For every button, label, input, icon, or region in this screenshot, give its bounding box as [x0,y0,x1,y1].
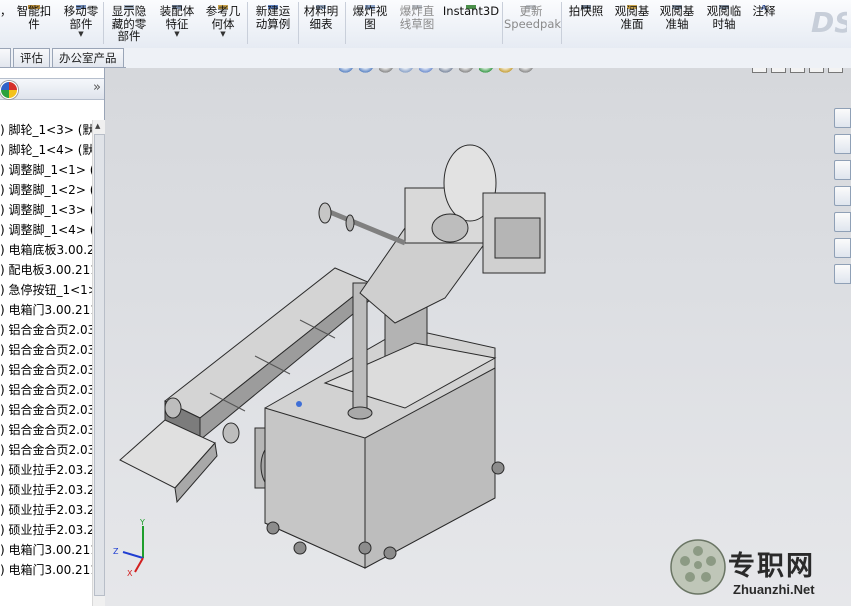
triad-x-label: X [127,569,133,578]
panel-tab-bar: » [0,78,104,100]
triad-y-label: Y [139,518,145,527]
tree-item[interactable]: ) 调整脚_1<3> ( [0,200,92,220]
ribbon-button-label: 材料明 细表 [303,4,339,31]
tree-item[interactable]: ) 调整脚_1<2> ( [0,180,92,200]
move-component-button[interactable]: 移动零 部件 ▼ [60,0,102,48]
tree-item[interactable]: ) 脚轮_1<3> (默 [0,120,92,140]
ribbon-button-label: 新建运 动算例 [255,4,291,31]
ribbon-button-label: 观阅基 准轴 [659,4,695,31]
ribbon-button-label: 移动零 部件 [63,4,99,31]
tree-item[interactable]: ) 铝合金合页2.03 [0,440,92,460]
chevron-down-icon[interactable]: ▼ [60,30,102,38]
ribbon-button-label: 注释 [752,4,776,18]
ribbon-button-label: 智能扣 件 [16,4,52,31]
bill-of-materials-button[interactable]: 材料明 细表 [300,0,342,48]
view-ref-axes-button[interactable]: 观阅基 准轴 [655,0,699,48]
reference-triad: Y Z X [113,518,145,578]
tree-item[interactable]: ) 铝合金合页2.03. [0,320,92,340]
tree-item[interactable]: ) 脚轮_1<4> (默 [0,140,92,160]
tree-item[interactable]: ) 硕业拉手2.03.2 [0,520,92,540]
tab-evaluate[interactable]: 评估 [13,48,50,67]
exploded-view-button[interactable]: 爆炸视 图 [348,0,392,48]
viewport-window-controls: ◫ ◰ — ❐ ✕ [752,68,843,73]
show-hidden-components-button[interactable]: 显示隐 藏的零 部件 [106,0,152,48]
tree-item[interactable]: ) 配电板3.00.211 [0,260,92,280]
ribbon-button-label: Instant3D [442,4,500,18]
tree-item[interactable]: ) 铝合金合页2.03 [0,380,92,400]
ribbon-button-label: 爆炸视 图 [352,4,388,31]
watermark-text: 专职网 [728,551,815,582]
svg-text:DS: DS [811,6,847,39]
ribbon-separator [298,2,299,44]
view-ref-planes-button[interactable]: 观阅基 准面 [610,0,654,48]
tree-item[interactable]: ) 铝合金合页2.03 [0,340,92,360]
tree-item[interactable]: ) 铝合金合页2.03 [0,420,92,440]
ribbon-separator [345,2,346,44]
ribbon-button-label: 显示隐 藏的零 部件 [111,4,147,43]
ribbon-button-label: 观阅临 时轴 [706,4,742,31]
command-tabs: 评估 办公室产品 [0,48,126,68]
labeling-machine-3d-model[interactable] [105,68,851,606]
ribbon-separator [502,2,503,44]
ribbon-button-label: 拍快照 [568,4,604,18]
instant3d-button[interactable]: Instant3D [442,0,500,48]
close-button[interactable]: ✕ [828,68,843,73]
ribbon-separator [561,2,562,44]
tree-item[interactable]: ) 硕业拉手2.03.2 [0,460,92,480]
tab-label: 评估 [20,51,43,65]
graphics-viewport[interactable]: Y Z X 专职网 Zhuanzhi.Net ◫ ◰ — ❐ ✕ [105,68,851,606]
new-motion-study-button[interactable]: 新建运 动算例 [250,0,296,48]
chevron-down-icon[interactable]: ▼ [201,30,245,38]
tree-item[interactable]: ) 电箱门3.00.211 [0,300,92,320]
solidworks-logo: DS [811,6,847,39]
tree-item[interactable]: ) 电箱底板3.00.2 [0,240,92,260]
view-temp-axes-button[interactable]: 观阅临 时轴 [701,0,747,48]
expand-panel-icon[interactable]: » [93,80,101,95]
tree-item[interactable]: ) 铝合金合页2.03 [0,360,92,380]
ribbon-separator [103,2,104,44]
ribbon-button-label: ， [0,4,12,18]
triad-z-label: Z [113,547,119,556]
tree-item[interactable]: ) 硕业拉手2.03.2 [0,500,92,520]
tree-item[interactable]: ) 电箱门3.00.211 [0,540,92,560]
chevron-down-icon[interactable]: ▼ [154,30,200,38]
reference-geometry-button[interactable]: 参考几 何体 ▼ [201,0,245,48]
command-tabs-row: 评估 办公室产品 [0,48,851,68]
tree-item[interactable]: ) 硕业拉手2.03.2 [0,480,92,500]
ribbon-button-label: 参考几 何体 [205,4,241,31]
feature-tree: ) 脚轮_1<3> (默) 脚轮_1<4> (默) 调整脚_1<1> () 调整… [0,120,92,606]
tab-hidden[interactable] [0,48,11,67]
take-snapshot-button[interactable]: 拍快照 [563,0,609,48]
tab-label: 办公室产品 [59,51,117,65]
watermark-url: Zhuanzhi.Net [733,582,815,597]
assembly-feature-button[interactable]: 装配体 特征 ▼ [154,0,200,48]
zhuanzhi-logo [670,539,726,595]
command-manager-ribbon: ， 智能扣 件 移动零 部件 ▼ 显示隐 藏的零 部件 装配体 特征 ▼ 参考几… [0,0,851,49]
explode-line-sketch-button[interactable]: 爆炸直 线草图 [394,0,440,48]
display-manager-icon[interactable] [0,81,18,99]
tab-office-products[interactable]: 办公室产品 [52,48,124,67]
ribbon-button-label: 观阅基 准面 [614,4,650,31]
restore-button[interactable]: ❐ [809,68,824,73]
tile-vertical-button[interactable]: ◰ [771,68,786,73]
annotation-button[interactable]: A 注释 [748,0,780,48]
ribbon-button-label: 更新 Speedpak [504,4,562,31]
tree-item[interactable]: ) 急停按钮_1<1> [0,280,92,300]
ribbon-button-label: 装配体 特征 [159,4,195,31]
tile-horizontal-button[interactable]: ◫ [752,68,767,73]
tree-item[interactable]: ) 调整脚_1<1> ( [0,160,92,180]
tree-scrollbar[interactable]: ▲ [92,120,105,606]
ribbon-button-label: 爆炸直 线草图 [399,4,435,31]
scrollbar-thumb[interactable] [94,134,105,596]
scroll-up-icon[interactable]: ▲ [95,122,100,130]
smart-fastener-button[interactable]: 智能扣 件 [10,0,58,48]
minimize-button[interactable]: — [790,68,805,73]
tree-item[interactable]: ) 电箱门3.00.211 [0,560,92,580]
feature-manager-panel: » ) 脚轮_1<3> (默) 脚轮_1<4> (默) 调整脚_1<1> () … [0,68,105,606]
update-speedpak-button[interactable]: 更新 Speedpak [504,0,562,48]
tree-item[interactable]: ) 调整脚_1<4> ( [0,220,92,240]
ribbon-separator [247,2,248,44]
ribbon-button-partial[interactable]: ， [0,0,12,48]
tree-item[interactable]: ) 铝合金合页2.03 [0,400,92,420]
